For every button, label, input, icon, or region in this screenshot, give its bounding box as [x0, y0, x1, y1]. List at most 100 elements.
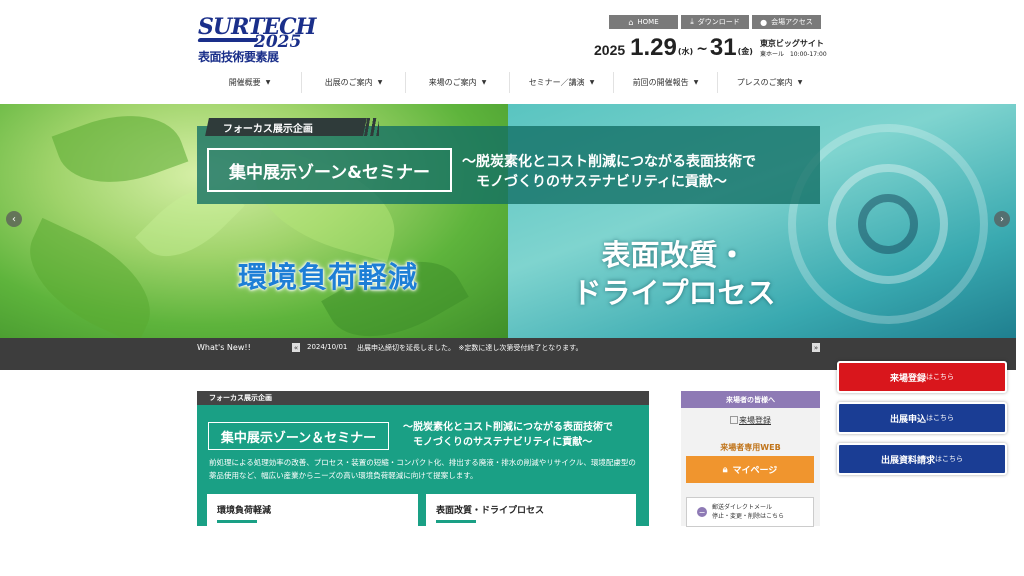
cta-suffix: はこちら [926, 414, 954, 422]
visitor-registration-button[interactable]: 来場登録 はこちら [837, 361, 1007, 393]
double-chevron-right-icon: » [813, 343, 819, 352]
exhibit-docs-request-button[interactable]: 出展資料請求 はこちら [837, 443, 1007, 475]
lock-icon: 🔒︎ [722, 464, 728, 475]
event-end-date: 31 [709, 34, 737, 61]
home-link[interactable]: ⌂ HOME [609, 15, 678, 29]
hero-focus-tag: フォーカス展示企画 [205, 118, 367, 136]
nav-item-press[interactable]: プレスのご案内 ▼ [717, 72, 821, 93]
top-links: ⌂ HOME ⤓ ダウンロード ● 会場アクセス [609, 15, 821, 29]
news-date: 2024/10/01 [307, 343, 348, 351]
double-chevron-left-icon: « [293, 343, 299, 352]
news-text[interactable]: 出展申込締切を延長しました。 ※定数に達し次第受付終了となります。 [357, 343, 582, 353]
hero-tag-stripes [355, 118, 379, 136]
hero-desc-line1: ～脱炭素化とコスト削減につながる表面技術で [462, 154, 756, 170]
hero-slider[interactable]: フォーカス展示企画 集中展示ゾーン&セミナー ～脱炭素化とコスト削減につながる表… [0, 104, 1016, 338]
cta-suffix: はこちら [935, 455, 963, 463]
hero-focus-tag-label: フォーカス展示企画 [223, 123, 313, 135]
download-link-label: ダウンロード [697, 18, 740, 26]
feature-body-text: 前処理による処理効率の改善、プロセス・装置の短縮・コンパクト化、排出する廃液・排… [209, 458, 636, 480]
caret-down-icon: ▼ [589, 79, 595, 86]
feature-zone-title: 集中展示ゾーン＆セミナー [208, 422, 389, 450]
main-nav: 開催概要 ▼ 出展のご案内 ▼ 来場のご案内 ▼ セミナー／講演 ▼ 前回の開催報告 ▼ … [198, 72, 821, 93]
feature-card-title: 表面改質・ドライプロセス [436, 506, 545, 516]
nav-item-label: 前回の開催報告 [632, 78, 689, 87]
mypage-button-label: マイページ [732, 466, 778, 476]
feature-desc-line2: モノづくりのサステナビリティに貢献～ [413, 437, 593, 448]
visitor-registration-alt: 来場登録 [739, 416, 771, 425]
direct-mail-line2: 停止・変更・削除はこちら [712, 513, 785, 520]
visitor-registration-link[interactable]: 来場登録 [730, 415, 771, 426]
cta-main-label: 来場登録 [889, 373, 926, 384]
feature-card-environment[interactable]: 環境負荷軽減 [207, 494, 418, 526]
nav-item-label: 来場のご案内 [428, 78, 477, 87]
feature-card-surface[interactable]: 表面改質・ドライプロセス [426, 494, 636, 526]
access-link-label: 会場アクセス [771, 18, 813, 26]
caret-down-icon: ▼ [797, 79, 803, 86]
event-end-dow: (金) [737, 47, 753, 56]
exhibit-application-button[interactable]: 出展申込 はこちら [837, 402, 1007, 434]
hero-label-surface-line2: ドライプロセス [572, 276, 776, 310]
nav-item-label: 開催概要 [228, 78, 261, 87]
hero-label-environment: 環境負荷軽減 [238, 260, 419, 294]
cta-main-label: 出展申込 [889, 414, 926, 425]
chevron-right-icon: › [1000, 213, 1004, 225]
slider-next-button[interactable]: › [994, 211, 1010, 227]
news-prev-button[interactable]: « [292, 343, 300, 352]
event-year: 2025 [594, 42, 626, 58]
surtech-logo[interactable]: SURTECH 2025 表面技術要素展 [197, 14, 316, 64]
home-link-label: HOME [637, 18, 659, 26]
nav-item-report[interactable]: 前回の開催報告 ▼ [613, 72, 717, 93]
home-icon: ⌂ [628, 17, 634, 27]
page-scrollbar[interactable] [1016, 0, 1024, 576]
feature-card-title: 環境負荷軽減 [217, 506, 272, 516]
cta-suffix: はこちら [926, 373, 954, 381]
venue: 東京ビッグサイト 東ホール 10:00-17:00 [760, 38, 827, 58]
chevron-left-icon: ‹ [12, 213, 16, 225]
event-start-date: 1.29 [630, 34, 677, 61]
map-pin-icon: ● [760, 17, 768, 27]
feature-card-underline [217, 520, 257, 523]
venue-hours: 東ホール 10:00-17:00 [759, 51, 827, 58]
slider-prev-button[interactable]: ‹ [6, 211, 22, 227]
nav-item-visit[interactable]: 来場のご案内 ▼ [405, 72, 509, 93]
feature-header: フォーカス展示企画 [197, 391, 649, 405]
feature-card-underline [436, 520, 476, 523]
venue-name: 東京ビッグサイト [759, 39, 824, 48]
focus-feature-panel: フォーカス展示企画 集中展示ゾーン＆セミナー ～脱炭素化とコスト削減につながる表… [197, 391, 649, 526]
caret-down-icon: ▼ [481, 79, 487, 86]
hero-label-surface: 表面改質・ ドライプロセス [508, 236, 840, 312]
download-link[interactable]: ⤓ ダウンロード [681, 15, 749, 29]
broken-image-icon [730, 416, 738, 424]
visitor-web-label: 来場者専用WEB [720, 443, 781, 452]
news-next-button[interactable]: » [812, 343, 820, 352]
direct-mail-line1: 郵送ダイレクトメール [712, 504, 773, 511]
nav-item-label: プレスのご案内 [736, 78, 793, 87]
caret-down-icon: ▼ [265, 79, 271, 86]
news-title: What's New!! [197, 343, 251, 352]
visitor-panel-header: 来場者の皆様へ [681, 391, 820, 408]
minus-circle-icon: − [697, 507, 707, 517]
direct-mail-text: 郵送ダイレクトメール 停止・変更・削除はこちら [712, 503, 784, 521]
hero-zone-description: ～脱炭素化とコスト削減につながる表面技術で モノづくりのサステナビリティに貢献～ [462, 152, 756, 192]
mypage-button[interactable]: 🔒︎ マイページ [686, 456, 814, 483]
nav-item-label: セミナー／講演 [528, 78, 585, 87]
nav-item-label: 出展のご案内 [324, 78, 373, 87]
nav-item-exhibit[interactable]: 出展のご案内 ▼ [301, 72, 405, 93]
visitor-panel: 来場者の皆様へ 来場登録 来場者専用WEB 🔒︎ マイページ − 郵送ダイレクト… [681, 391, 820, 527]
feature-desc-line1: ～脱炭素化とコスト削減につながる表面技術で [403, 422, 613, 433]
date-separator: ~ [696, 41, 708, 57]
logo-line3: 表面技術要素展 [198, 50, 279, 64]
event-start-dow: (水) [677, 47, 694, 56]
logo-swoosh [197, 38, 259, 42]
caret-down-icon: ▼ [693, 79, 699, 86]
direct-mail-link[interactable]: − 郵送ダイレクトメール 停止・変更・削除はこちら [686, 497, 814, 527]
nav-item-seminar[interactable]: セミナー／講演 ▼ [509, 72, 613, 93]
feature-description: ～脱炭素化とコスト削減につながる表面技術で モノづくりのサステナビリティに貢献～ [403, 420, 613, 450]
access-link[interactable]: ● 会場アクセス [752, 15, 821, 29]
hero-zone-title: 集中展示ゾーン&セミナー [207, 148, 452, 192]
hero-label-surface-line1: 表面改質・ [601, 238, 747, 272]
nav-item-overview[interactable]: 開催概要 ▼ [198, 72, 301, 93]
download-icon: ⤓ [690, 17, 694, 26]
caret-down-icon: ▼ [377, 79, 383, 86]
cta-main-label: 出展資料請求 [880, 455, 935, 466]
